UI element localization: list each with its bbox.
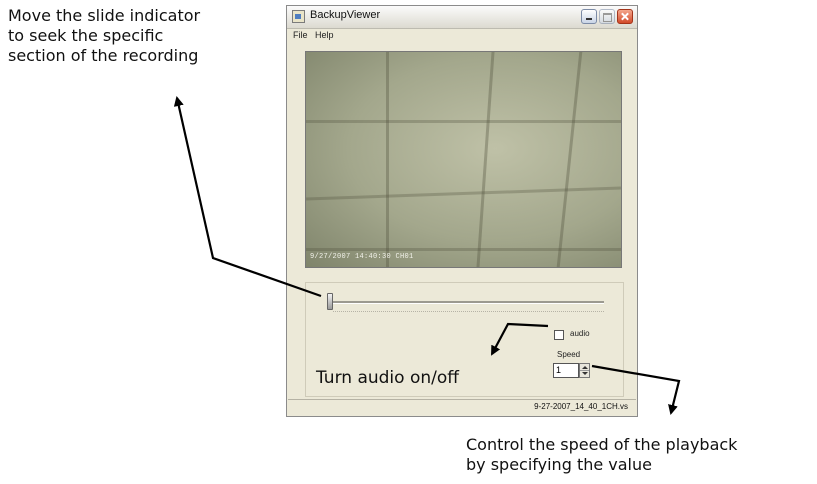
arrow-speed [591, 364, 681, 415]
arrow-audio [491, 322, 549, 356]
annotation-arrows [173, 96, 681, 415]
arrow-seek [173, 96, 322, 298]
